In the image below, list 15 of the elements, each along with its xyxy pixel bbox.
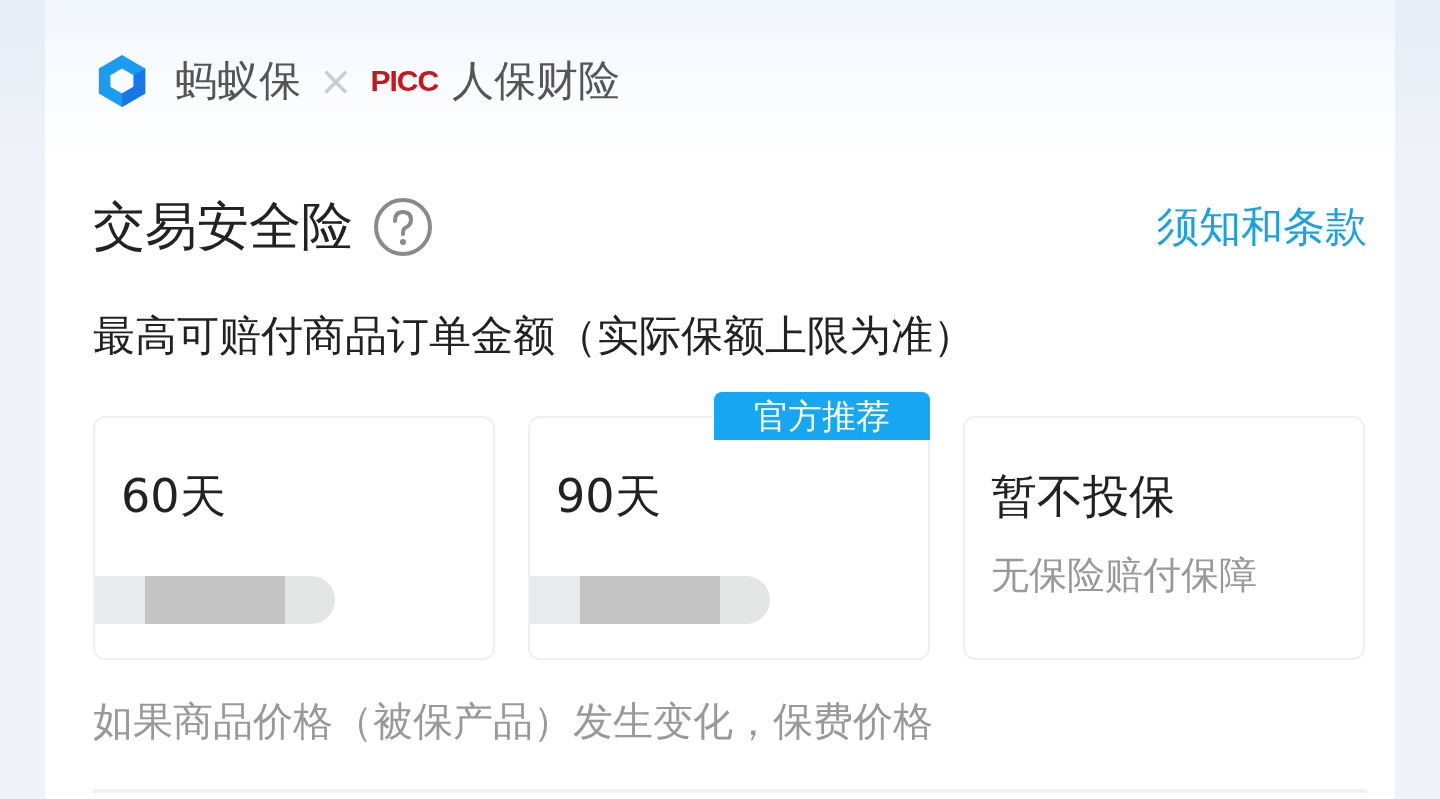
separator: ×: [319, 58, 353, 104]
product-title: 交易安全险: [93, 195, 353, 258]
partner-logo: PICC: [370, 64, 439, 98]
option-note: 无保险赔付保障: [991, 552, 1258, 599]
recommended-badge: 官方推荐: [714, 392, 930, 440]
option-card[interactable]: 60天: [93, 416, 495, 660]
option-card[interactable]: 暂不投保 无保险赔付保障: [963, 416, 1365, 660]
coverage-subtitle: 最高可赔付商品订单金额（实际保额上限为准）: [93, 310, 976, 362]
partner-name: 人保财险: [452, 55, 621, 107]
option-label: 60天: [121, 468, 227, 525]
footnote: 如果商品价格（被保产品）发生变化，保费价格: [93, 697, 934, 746]
option-label: 90天: [556, 468, 662, 525]
brand-name: 蚂蚁保: [175, 55, 301, 107]
option-label: 暂不投保: [991, 468, 1176, 525]
help-icon[interactable]: [373, 197, 433, 257]
